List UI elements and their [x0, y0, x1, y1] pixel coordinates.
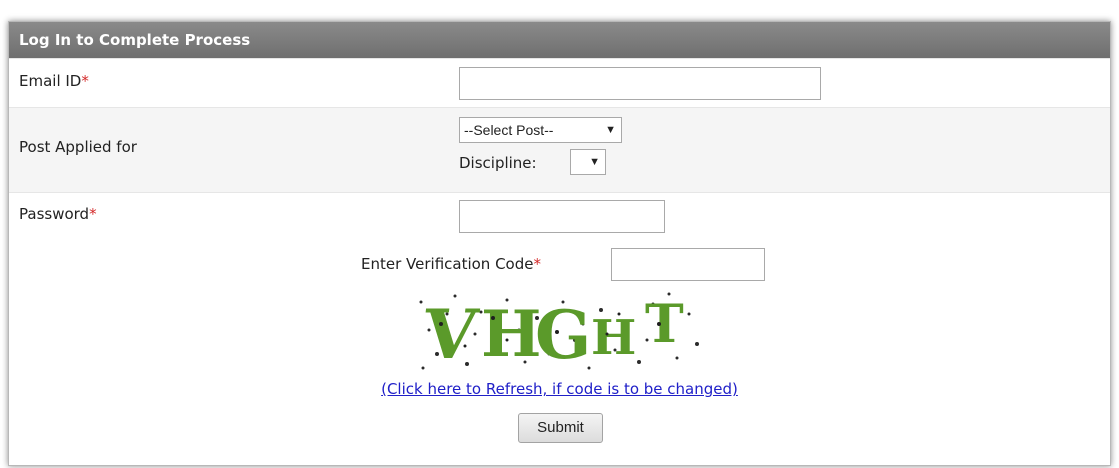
- email-required-mark: *: [81, 72, 89, 90]
- refresh-captcha-link[interactable]: (Click here to Refresh, if code is to be…: [381, 380, 738, 398]
- password-required-mark: *: [89, 205, 97, 223]
- verification-label-text: Enter Verification Code: [361, 255, 534, 273]
- email-field[interactable]: [459, 67, 821, 100]
- discipline-select[interactable]: ▼: [570, 149, 606, 175]
- svg-text:H: H: [591, 310, 636, 366]
- refresh-link-wrap: (Click here to Refresh, if code is to be…: [9, 379, 1110, 398]
- password-field[interactable]: [459, 200, 665, 233]
- email-label-text: Email ID: [19, 72, 82, 90]
- svg-text:V: V: [418, 295, 481, 375]
- captcha-image: V H G H T: [407, 284, 707, 376]
- svg-text:G: G: [535, 296, 591, 374]
- verification-required-mark: *: [533, 255, 541, 273]
- email-row: Email ID*: [9, 58, 1110, 107]
- password-row: Password* Enter Verification Code* V H G…: [9, 192, 1110, 463]
- post-label: Post Applied for: [19, 138, 137, 156]
- captcha-graphic: V H G H T: [418, 292, 699, 375]
- post-select[interactable]: --Select Post-- ▼: [459, 117, 622, 143]
- email-label: Email ID*: [19, 72, 89, 90]
- post-select-value: --Select Post--: [464, 122, 554, 138]
- svg-text:H: H: [481, 297, 541, 372]
- submit-button[interactable]: Submit: [518, 413, 603, 443]
- verification-code-field[interactable]: [611, 248, 765, 281]
- svg-text:T: T: [645, 294, 684, 355]
- login-panel: Log In to Complete Process Email ID* Pos…: [8, 21, 1111, 466]
- post-row: Post Applied for --Select Post-- ▼ Disci…: [9, 107, 1110, 192]
- verification-label: Enter Verification Code*: [361, 255, 541, 273]
- password-label: Password*: [19, 205, 97, 223]
- chevron-down-icon: ▼: [605, 124, 616, 136]
- password-label-text: Password: [19, 205, 90, 223]
- discipline-label: Discipline:: [459, 154, 537, 172]
- chevron-down-icon: ▼: [589, 156, 600, 168]
- panel-title: Log In to Complete Process: [9, 22, 1110, 58]
